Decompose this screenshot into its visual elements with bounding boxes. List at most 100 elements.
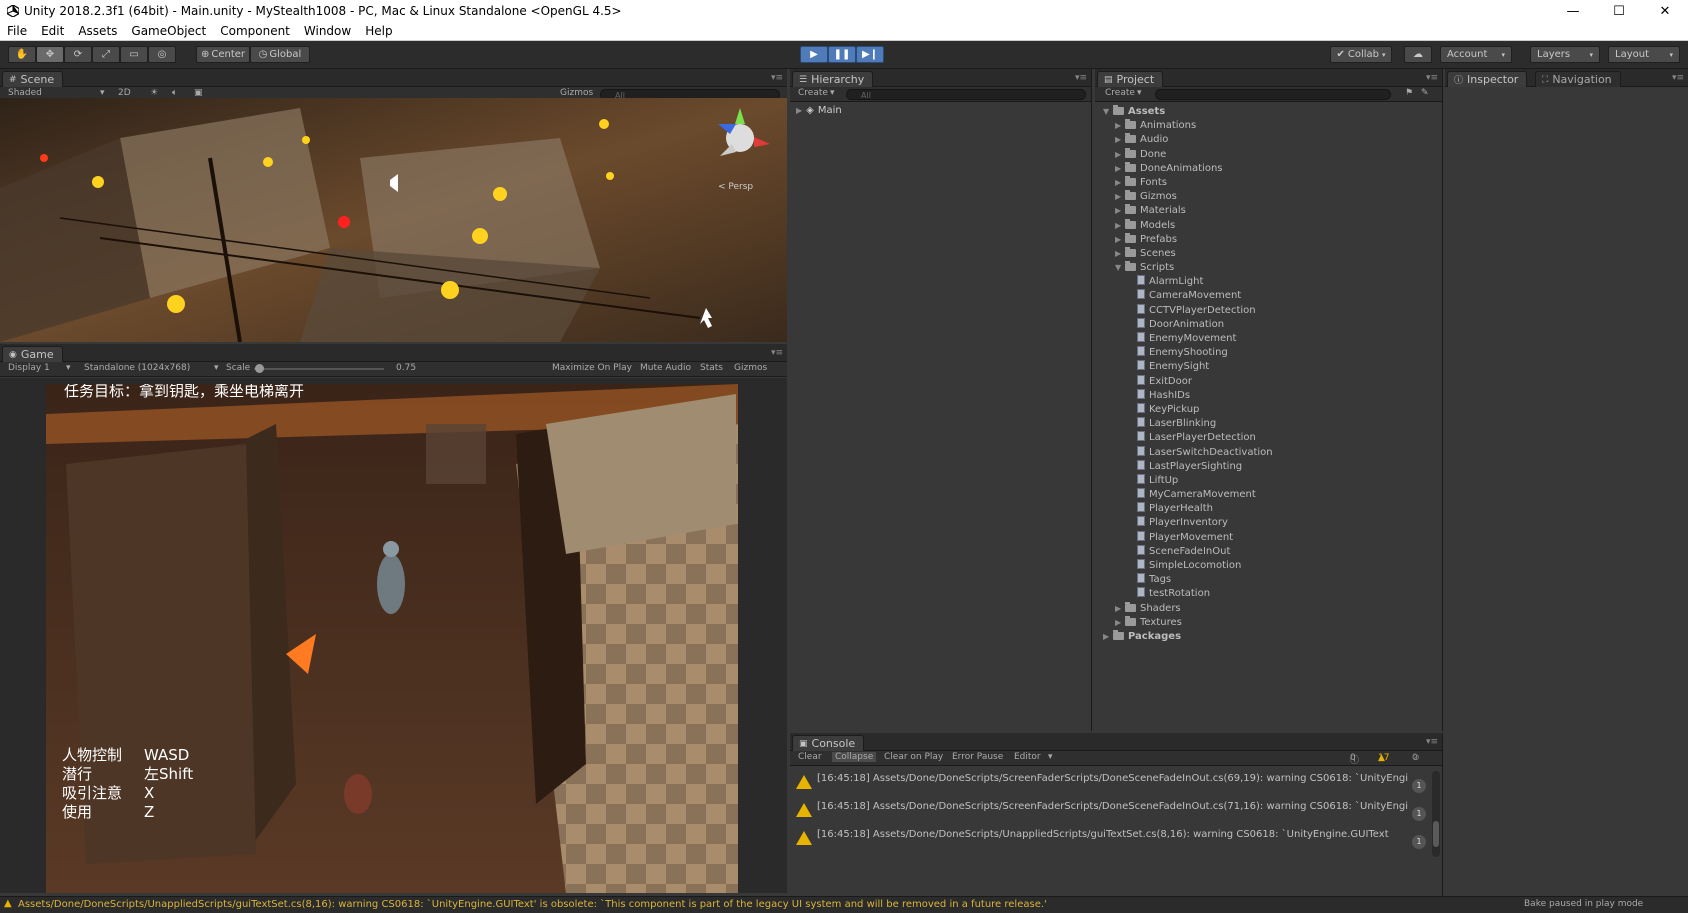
perspective-label[interactable]: < Persp — [718, 182, 753, 192]
menu-edit[interactable]: Edit — [34, 24, 71, 38]
create-dropdown[interactable]: Create — [798, 88, 828, 98]
panel-menu-icon[interactable]: ▾≡ — [1075, 73, 1087, 83]
cloud-button[interactable]: ☁ — [1404, 46, 1432, 63]
tree-script-simplelocomotion[interactable]: SimpleLocomotion — [1103, 559, 1437, 573]
tree-folder-shaders[interactable]: ▶ Shaders — [1103, 601, 1437, 616]
account-dropdown[interactable]: Account ▾ — [1440, 46, 1512, 63]
tree-folder-fonts[interactable]: ▶ Fonts — [1103, 175, 1437, 190]
console-scrollbar-thumb[interactable] — [1433, 821, 1439, 847]
tree-script-playerhealth[interactable]: PlayerHealth — [1103, 502, 1437, 516]
panel-menu-icon[interactable]: ▾≡ — [1426, 737, 1438, 747]
tree-script-alarmlight[interactable]: AlarmLight — [1103, 275, 1437, 289]
layout-dropdown[interactable]: Layout ▾ — [1608, 46, 1680, 63]
panel-menu-icon[interactable]: ▾≡ — [1672, 73, 1684, 83]
tree-script-hashids[interactable]: HashIDs — [1103, 388, 1437, 403]
game-viewport[interactable]: 任务目标：拿到钥匙，乘坐电梯离开 人物控制 WASD 潜行 左Shift 吸引注意 X… — [46, 384, 738, 893]
pause-button[interactable]: ❚❚ — [828, 46, 856, 63]
menu-assets[interactable]: Assets — [71, 24, 124, 38]
tree-packages[interactable]: ▶ Packages — [1103, 629, 1437, 644]
step-button[interactable]: ▶❙ — [856, 46, 884, 63]
console-entry[interactable]: [16:45:18] Assets/Done/DoneScripts/Scree… — [790, 797, 1430, 825]
audio-toggle-icon[interactable]: 🔈︎ — [172, 88, 177, 98]
tab-scene[interactable]: # Scene — [2, 71, 64, 87]
mode-2d-toggle[interactable]: 2D — [118, 88, 131, 98]
effects-toggle-icon[interactable]: ▣ — [194, 88, 203, 98]
tab-game[interactable]: ◉ Game — [2, 346, 63, 362]
display-dropdown[interactable]: Display 1 — [8, 363, 50, 373]
status-message[interactable]: Assets/Done/DoneScripts/UnappliedScripts… — [18, 899, 1508, 910]
minimize-button[interactable]: — — [1550, 0, 1596, 22]
console-entry[interactable]: [16:45:18] Assets/Done/DoneScripts/Scree… — [790, 769, 1430, 797]
tree-script-laserswitchdeactivation[interactable]: LaserSwitchDeactivation — [1103, 445, 1437, 460]
tree-assets[interactable]: ▼ Assets — [1103, 105, 1437, 119]
tree-script-exitdoor[interactable]: ExitDoor — [1103, 374, 1437, 389]
mute-audio-toggle[interactable]: Mute Audio — [640, 363, 691, 373]
close-button[interactable]: ✕ — [1642, 0, 1688, 22]
tree-script-testrotation[interactable]: testRotation — [1103, 587, 1437, 601]
tree-script-laserblinking[interactable]: LaserBlinking — [1103, 417, 1437, 431]
tab-inspector[interactable]: ⓘ Inspector — [1447, 71, 1528, 87]
tree-script-laserplayerdetection[interactable]: LaserPlayerDetection — [1103, 431, 1437, 445]
stats-toggle[interactable]: Stats — [700, 363, 723, 373]
tree-script-playermovement[interactable]: PlayerMovement — [1103, 530, 1437, 545]
space-toggle[interactable]: ◷ Global — [250, 46, 310, 63]
menu-gameobject[interactable]: GameObject — [124, 24, 213, 38]
tree-folder-audio[interactable]: ▶ Audio — [1103, 133, 1437, 147]
tree-folder-gizmos[interactable]: ▶ Gizmos — [1103, 190, 1437, 204]
hierarchy-search-input[interactable]: All — [846, 89, 1086, 100]
scene-viewport[interactable]: < Persp — [0, 98, 787, 342]
tree-folder-done[interactable]: ▶ Done — [1103, 147, 1437, 162]
menu-help[interactable]: Help — [358, 24, 399, 38]
resolution-dropdown[interactable]: Standalone (1024x768) — [84, 363, 190, 373]
tree-script-lastplayersighting[interactable]: LastPlayerSighting — [1103, 459, 1437, 474]
tab-console[interactable]: ▣ Console — [792, 735, 865, 751]
tree-script-dooranimation[interactable]: DoorAnimation — [1103, 317, 1437, 332]
menu-window[interactable]: Window — [297, 24, 358, 38]
play-button[interactable]: ▶ — [800, 46, 828, 63]
tree-script-tags[interactable]: Tags — [1103, 573, 1437, 587]
error-pause-toggle[interactable]: Error Pause — [952, 752, 1003, 762]
tree-folder-scripts[interactable]: ▼ Scripts — [1103, 261, 1437, 275]
scale-tool-icon[interactable]: ⤢ — [92, 46, 120, 63]
tree-script-scenefadeinout[interactable]: SceneFadeInOut — [1103, 544, 1437, 559]
tree-script-mycameramovement[interactable]: MyCameraMovement — [1103, 488, 1437, 502]
tree-script-cctvplayerdetection[interactable]: CCTVPlayerDetection — [1103, 303, 1437, 318]
move-tool-icon[interactable]: ✥ — [36, 46, 64, 63]
lighting-toggle-icon[interactable]: ☀ — [150, 88, 158, 98]
shading-mode-dropdown[interactable]: Shaded — [8, 88, 42, 98]
editor-dropdown[interactable]: Editor — [1014, 752, 1041, 762]
rect-tool-icon[interactable]: ▭ — [120, 46, 148, 63]
layers-dropdown[interactable]: Layers ▾ — [1530, 46, 1600, 63]
transform-tool-icon[interactable]: ◎ — [148, 46, 176, 63]
menu-file[interactable]: File — [0, 24, 34, 38]
tree-folder-scenes[interactable]: ▶ Scenes — [1103, 246, 1437, 261]
rotate-tool-icon[interactable]: ⟳ — [64, 46, 92, 63]
pivot-toggle[interactable]: ⊕ Center — [196, 46, 250, 63]
panel-menu-icon[interactable]: ▾≡ — [1426, 73, 1438, 83]
console-entry[interactable]: [16:45:18] Assets/Done/DoneScripts/Unapp… — [790, 825, 1430, 853]
clear-button[interactable]: Clear — [798, 752, 822, 762]
scale-slider[interactable] — [254, 368, 384, 370]
tree-script-cameramovement[interactable]: CameraMovement — [1103, 289, 1437, 303]
tree-folder-doneanimations[interactable]: ▶ DoneAnimations — [1103, 161, 1437, 176]
tree-script-enemymovement[interactable]: EnemyMovement — [1103, 332, 1437, 346]
tree-script-playerinventory[interactable]: PlayerInventory — [1103, 516, 1437, 530]
maximize-on-play-toggle[interactable]: Maximize On Play — [552, 363, 632, 373]
filter-label-icon[interactable]: ✎ — [1421, 88, 1429, 98]
clear-on-play-toggle[interactable]: Clear on Play — [884, 752, 943, 762]
tree-folder-materials[interactable]: ▶ Materials — [1103, 204, 1437, 218]
project-search-input[interactable] — [1155, 89, 1391, 100]
console-scrollbar[interactable] — [1432, 771, 1440, 857]
tree-script-enemyshooting[interactable]: EnemyShooting — [1103, 346, 1437, 360]
panel-menu-icon[interactable]: ▾≡ — [771, 73, 783, 83]
tab-hierarchy[interactable]: ☰ Hierarchy — [792, 71, 874, 87]
create-dropdown[interactable]: Create — [1105, 88, 1135, 98]
tree-folder-textures[interactable]: ▶ Textures — [1103, 615, 1437, 630]
maximize-button[interactable]: ☐ — [1596, 0, 1642, 22]
panel-menu-icon[interactable]: ▾≡ — [771, 348, 783, 358]
collapse-toggle[interactable]: Collapse — [832, 752, 877, 762]
tree-folder-animations[interactable]: ▶ Animations — [1103, 119, 1437, 133]
gizmos-dropdown[interactable]: Gizmos — [734, 363, 767, 373]
filter-type-icon[interactable]: ⚑ — [1405, 88, 1413, 98]
tree-folder-models[interactable]: ▶ Models — [1103, 218, 1437, 233]
